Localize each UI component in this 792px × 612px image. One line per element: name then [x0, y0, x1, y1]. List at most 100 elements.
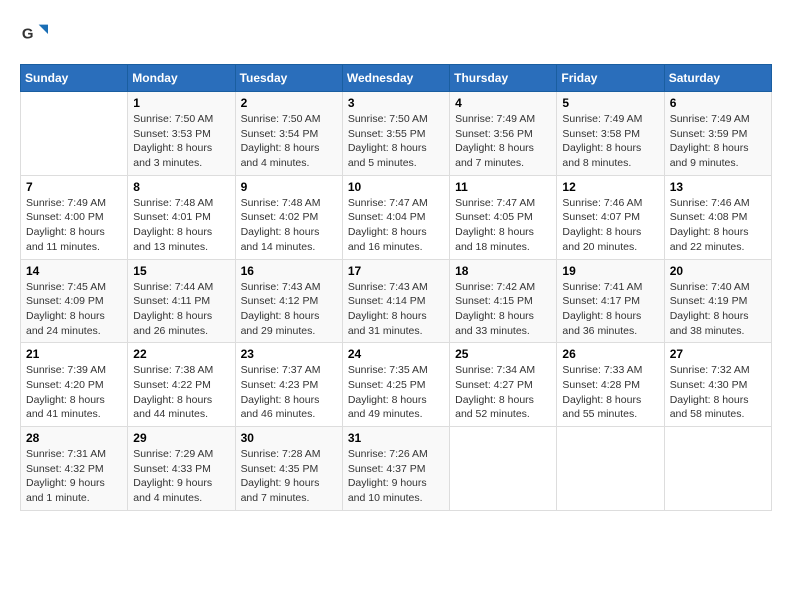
calendar-week-row: 1Sunrise: 7:50 AM Sunset: 3:53 PM Daylig…: [21, 92, 772, 176]
day-number: 3: [348, 96, 444, 110]
day-info: Sunrise: 7:48 AM Sunset: 4:01 PM Dayligh…: [133, 196, 229, 255]
weekday-header-cell: Saturday: [664, 65, 771, 92]
logo-icon: G: [20, 20, 48, 48]
day-info: Sunrise: 7:49 AM Sunset: 3:56 PM Dayligh…: [455, 112, 551, 171]
day-info: Sunrise: 7:48 AM Sunset: 4:02 PM Dayligh…: [241, 196, 337, 255]
day-number: 8: [133, 180, 229, 194]
day-number: 12: [562, 180, 658, 194]
calendar-cell: 4 Sunrise: 7:49 AM Sunset: 3:56 PM Daylig…: [450, 92, 557, 176]
calendar-cell: 9 Sunrise: 7:48 AM Sunset: 4:02 PM Daylig…: [235, 175, 342, 259]
calendar-cell: 19 Sunrise: 7:41 AM Sunset: 4:17 PM Dayli…: [557, 259, 664, 343]
calendar-cell: 10 Sunrise: 7:47 AM Sunset: 4:04 PM Dayli…: [342, 175, 449, 259]
day-number: 17: [348, 264, 444, 278]
day-info: Sunrise: 7:34 AM Sunset: 4:27 PM Dayligh…: [455, 363, 551, 422]
calendar-week-row: 28Sunrise: 7:31 AM Sunset: 4:32 PM Dayli…: [21, 427, 772, 511]
calendar-cell: 13 Sunrise: 7:46 AM Sunset: 4:08 PM Dayli…: [664, 175, 771, 259]
day-number: 31: [348, 431, 444, 445]
calendar-cell: 1Sunrise: 7:50 AM Sunset: 3:53 PM Daylig…: [128, 92, 235, 176]
day-info: Sunrise: 7:45 AM Sunset: 4:09 PM Dayligh…: [26, 280, 122, 339]
day-info: Sunrise: 7:40 AM Sunset: 4:19 PM Dayligh…: [670, 280, 766, 339]
day-number: 15: [133, 264, 229, 278]
calendar-cell: [21, 92, 128, 176]
calendar-cell: 20 Sunrise: 7:40 AM Sunset: 4:19 PM Dayli…: [664, 259, 771, 343]
calendar-cell: 15 Sunrise: 7:44 AM Sunset: 4:11 PM Dayli…: [128, 259, 235, 343]
day-info: Sunrise: 7:38 AM Sunset: 4:22 PM Dayligh…: [133, 363, 229, 422]
calendar-cell: [450, 427, 557, 511]
calendar-cell: 30 Sunrise: 7:28 AM Sunset: 4:35 PM Dayli…: [235, 427, 342, 511]
calendar-cell: 5 Sunrise: 7:49 AM Sunset: 3:58 PM Daylig…: [557, 92, 664, 176]
day-info: Sunrise: 7:49 AM Sunset: 3:58 PM Dayligh…: [562, 112, 658, 171]
day-info: Sunrise: 7:46 AM Sunset: 4:07 PM Dayligh…: [562, 196, 658, 255]
day-info: Sunrise: 7:37 AM Sunset: 4:23 PM Dayligh…: [241, 363, 337, 422]
day-info: Sunrise: 7:46 AM Sunset: 4:08 PM Dayligh…: [670, 196, 766, 255]
day-number: 9: [241, 180, 337, 194]
calendar-table: SundayMondayTuesdayWednesdayThursdayFrid…: [20, 64, 772, 511]
calendar-cell: 22 Sunrise: 7:38 AM Sunset: 4:22 PM Dayli…: [128, 343, 235, 427]
calendar-week-row: 21 Sunrise: 7:39 AM Sunset: 4:20 PM Dayli…: [21, 343, 772, 427]
calendar-week-row: 7 Sunrise: 7:49 AM Sunset: 4:00 PM Daylig…: [21, 175, 772, 259]
weekday-header-cell: Monday: [128, 65, 235, 92]
calendar-cell: 25 Sunrise: 7:34 AM Sunset: 4:27 PM Dayli…: [450, 343, 557, 427]
calendar-cell: 29 Sunrise: 7:29 AM Sunset: 4:33 PM Dayli…: [128, 427, 235, 511]
day-number: 7: [26, 180, 122, 194]
calendar-cell: 26 Sunrise: 7:33 AM Sunset: 4:28 PM Dayli…: [557, 343, 664, 427]
day-number: 30: [241, 431, 337, 445]
day-info: Sunrise: 7:50 AM Sunset: 3:54 PM Dayligh…: [241, 112, 337, 171]
day-info: Sunrise: 7:49 AM Sunset: 4:00 PM Dayligh…: [26, 196, 122, 255]
calendar-cell: 7 Sunrise: 7:49 AM Sunset: 4:00 PM Daylig…: [21, 175, 128, 259]
calendar-week-row: 14 Sunrise: 7:45 AM Sunset: 4:09 PM Dayli…: [21, 259, 772, 343]
day-number: 10: [348, 180, 444, 194]
day-info: Sunrise: 7:26 AM Sunset: 4:37 PM Dayligh…: [348, 447, 444, 506]
weekday-header-cell: Sunday: [21, 65, 128, 92]
day-info: Sunrise: 7:43 AM Sunset: 4:14 PM Dayligh…: [348, 280, 444, 339]
day-number: 26: [562, 347, 658, 361]
calendar-cell: 16Sunrise: 7:43 AM Sunset: 4:12 PM Dayli…: [235, 259, 342, 343]
weekday-header-cell: Thursday: [450, 65, 557, 92]
day-number: 25: [455, 347, 551, 361]
calendar-body: 1Sunrise: 7:50 AM Sunset: 3:53 PM Daylig…: [21, 92, 772, 511]
day-number: 19: [562, 264, 658, 278]
calendar-cell: [557, 427, 664, 511]
calendar-cell: 18 Sunrise: 7:42 AM Sunset: 4:15 PM Dayli…: [450, 259, 557, 343]
day-number: 23: [241, 347, 337, 361]
weekday-header-cell: Tuesday: [235, 65, 342, 92]
day-number: 24: [348, 347, 444, 361]
day-number: 6: [670, 96, 766, 110]
calendar-cell: 28Sunrise: 7:31 AM Sunset: 4:32 PM Dayli…: [21, 427, 128, 511]
day-info: Sunrise: 7:39 AM Sunset: 4:20 PM Dayligh…: [26, 363, 122, 422]
day-number: 14: [26, 264, 122, 278]
day-info: Sunrise: 7:49 AM Sunset: 3:59 PM Dayligh…: [670, 112, 766, 171]
calendar-cell: 14 Sunrise: 7:45 AM Sunset: 4:09 PM Dayli…: [21, 259, 128, 343]
calendar-cell: 3 Sunrise: 7:50 AM Sunset: 3:55 PM Daylig…: [342, 92, 449, 176]
day-info: Sunrise: 7:32 AM Sunset: 4:30 PM Dayligh…: [670, 363, 766, 422]
calendar-cell: 21 Sunrise: 7:39 AM Sunset: 4:20 PM Dayli…: [21, 343, 128, 427]
day-info: Sunrise: 7:50 AM Sunset: 3:55 PM Dayligh…: [348, 112, 444, 171]
day-number: 1: [133, 96, 229, 110]
svg-text:G: G: [22, 26, 34, 43]
logo: G: [20, 20, 52, 48]
day-number: 21: [26, 347, 122, 361]
calendar-cell: 12 Sunrise: 7:46 AM Sunset: 4:07 PM Dayli…: [557, 175, 664, 259]
calendar-cell: 24Sunrise: 7:35 AM Sunset: 4:25 PM Dayli…: [342, 343, 449, 427]
calendar-cell: 11Sunrise: 7:47 AM Sunset: 4:05 PM Dayli…: [450, 175, 557, 259]
day-info: Sunrise: 7:41 AM Sunset: 4:17 PM Dayligh…: [562, 280, 658, 339]
calendar-cell: 17 Sunrise: 7:43 AM Sunset: 4:14 PM Dayli…: [342, 259, 449, 343]
day-info: Sunrise: 7:28 AM Sunset: 4:35 PM Dayligh…: [241, 447, 337, 506]
day-info: Sunrise: 7:31 AM Sunset: 4:32 PM Dayligh…: [26, 447, 122, 506]
day-number: 29: [133, 431, 229, 445]
day-number: 4: [455, 96, 551, 110]
day-number: 22: [133, 347, 229, 361]
day-info: Sunrise: 7:33 AM Sunset: 4:28 PM Dayligh…: [562, 363, 658, 422]
day-number: 18: [455, 264, 551, 278]
day-info: Sunrise: 7:42 AM Sunset: 4:15 PM Dayligh…: [455, 280, 551, 339]
weekday-header-cell: Wednesday: [342, 65, 449, 92]
day-number: 5: [562, 96, 658, 110]
day-number: 11: [455, 180, 551, 194]
day-info: Sunrise: 7:29 AM Sunset: 4:33 PM Dayligh…: [133, 447, 229, 506]
day-number: 13: [670, 180, 766, 194]
weekday-header-row: SundayMondayTuesdayWednesdayThursdayFrid…: [21, 65, 772, 92]
day-number: 2: [241, 96, 337, 110]
day-info: Sunrise: 7:47 AM Sunset: 4:04 PM Dayligh…: [348, 196, 444, 255]
day-info: Sunrise: 7:44 AM Sunset: 4:11 PM Dayligh…: [133, 280, 229, 339]
day-number: 20: [670, 264, 766, 278]
